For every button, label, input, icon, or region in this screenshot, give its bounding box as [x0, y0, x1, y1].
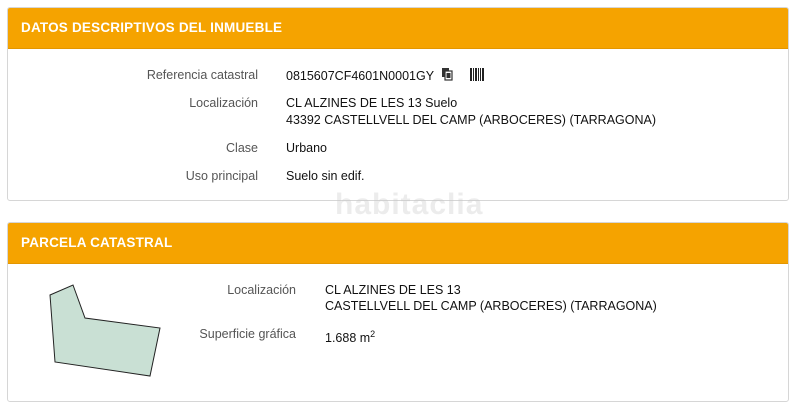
- superficie-value: 1.688 m2: [325, 326, 375, 347]
- parcela-header: PARCELA CATASTRAL: [8, 223, 788, 264]
- localizacion-line2: 43392 CASTELLVELL DEL CAMP (ARBOCERES) (…: [286, 113, 657, 127]
- localizacion-line1: CL ALZINES DE LES 13 Suelo: [286, 96, 458, 110]
- barcode-icon[interactable]: [469, 67, 484, 86]
- superficie-number: 1.688 m: [325, 331, 371, 346]
- uso-value: Suelo sin edif.: [286, 169, 365, 183]
- inmueble-header: DATOS DESCRIPTIVOS DEL INMUEBLE: [8, 8, 788, 49]
- uso-label: Uso principal: [185, 169, 258, 183]
- referencia-text: 0815607CF4601N0001GY: [286, 68, 434, 83]
- superficie-label: Superficie gráfica: [199, 327, 296, 341]
- clase-value: Urbano: [286, 141, 327, 155]
- localizacion-label: Localización: [189, 96, 258, 110]
- referencia-label: Referencia catastral: [146, 68, 258, 82]
- copy-icon[interactable]: [441, 67, 454, 86]
- parcela-localizacion-label: Localización: [227, 283, 296, 297]
- superficie-exponent: 2: [370, 329, 376, 339]
- parcela-localizacion-line2: CASTELLVELL DEL CAMP (ARBOCERES) (TARRAG…: [325, 299, 657, 313]
- parcela-localizacion-line1: CL ALZINES DE LES 13: [325, 283, 461, 297]
- clase-label: Clase: [226, 141, 258, 155]
- referencia-value: 0815607CF4601N0001GY: [286, 67, 484, 86]
